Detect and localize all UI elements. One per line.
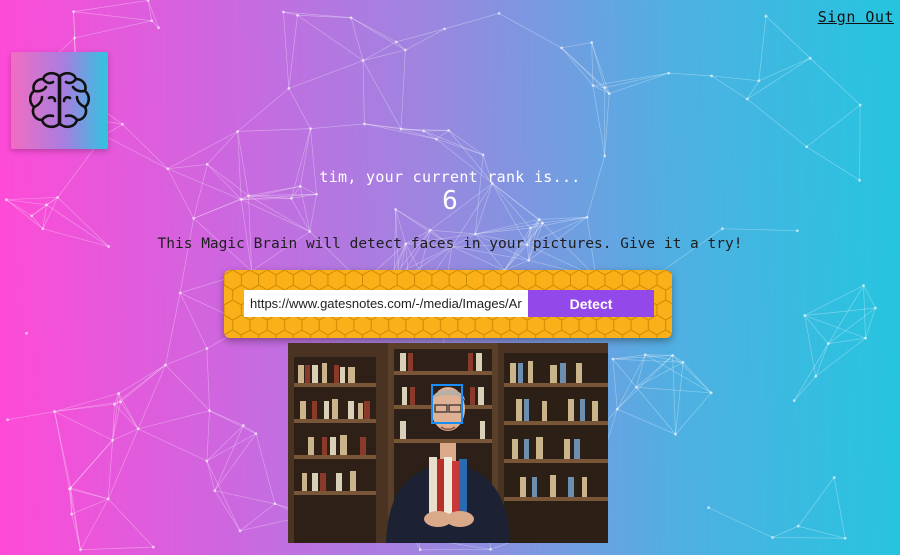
rank-value: 6	[442, 186, 458, 216]
rank-message: tim, your current rank is...	[319, 168, 581, 186]
sign-out-link[interactable]: Sign Out	[818, 8, 894, 26]
face-bounding-box	[431, 384, 463, 424]
photo-image	[288, 343, 608, 543]
detected-photo	[288, 343, 608, 543]
image-url-form: Detect	[224, 270, 672, 338]
image-url-input[interactable]	[244, 290, 528, 317]
tagline: This Magic Brain will detect faces in yo…	[157, 236, 743, 252]
logo	[11, 52, 108, 149]
detect-button[interactable]: Detect	[528, 290, 654, 317]
brain-icon	[28, 71, 91, 129]
